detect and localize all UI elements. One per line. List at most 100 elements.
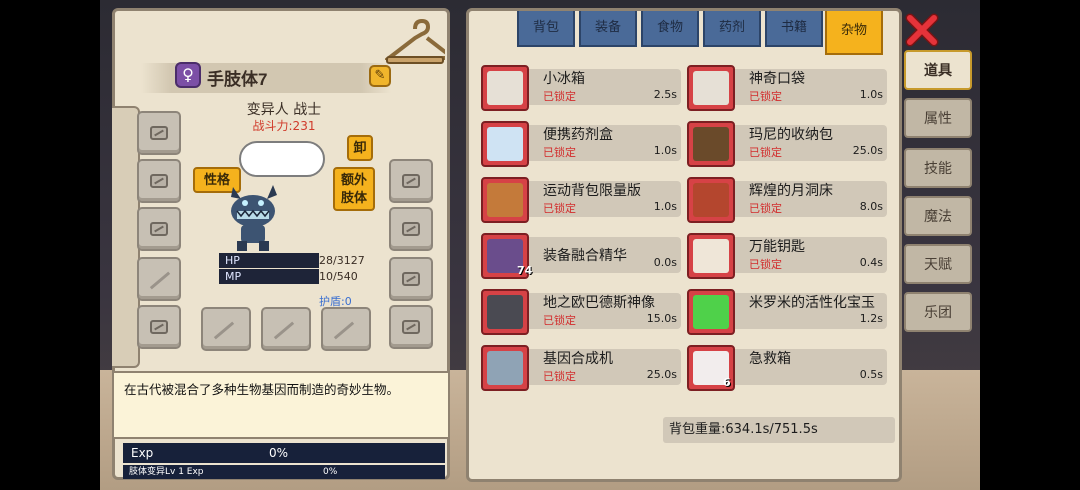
bag-weight: 背包重量:634.1s/751.5s [663,417,895,443]
item-icon-inner [693,295,729,329]
item-name: 小冰箱 [543,70,585,86]
limb-slot-locked[interactable] [389,257,433,301]
thought-cloud [239,141,325,177]
inventory-panel: 背包 装备 食物 药剂 书籍 杂物 小冰箱 已锁定 2.5s 神奇口袋 已锁定 … [466,8,902,482]
lock-icon [402,272,420,286]
item-name: 便携药剂盒 [543,126,613,142]
limb-slot-locked[interactable] [137,159,181,203]
item-weight: 15.0s [646,312,677,325]
female-icon: ♀ [175,62,201,88]
side-menu-items[interactable]: 道具 [904,50,972,90]
item-name: 急救箱 [749,350,791,366]
inventory-item[interactable]: 便携药剂盒 已锁定 1.0s [481,119,681,167]
item-quantity: 74 [517,264,533,277]
storage-bag-icon [687,121,735,167]
item-icon-inner [487,127,523,161]
item-weight: 0.0s [653,256,677,269]
item-icon-inner [487,295,523,329]
backpack-icon [481,177,529,223]
item-weight: 1.0s [859,88,883,101]
tab-equipment[interactable]: 装备 [579,11,637,47]
side-menu-skills[interactable]: 技能 [904,148,972,188]
left-side-tab[interactable] [112,106,140,368]
limb-exp-bar: 肢体变异Lv 1 Exp 0% [123,465,445,479]
item-locked-status: 已锁定 [543,370,576,383]
tab-food[interactable]: 食物 [641,11,699,47]
unequip-button[interactable]: 卸 [347,135,373,161]
inventory-item[interactable]: 地之欧巴德斯神像 已锁定 15.0s [481,287,681,335]
lock-icon [150,320,168,334]
potion-case-icon [481,121,529,167]
item-locked-status: 已锁定 [543,146,576,159]
item-locked-status: 已锁定 [749,258,782,271]
description-text: 在古代被混合了多种生物基因而制造的奇妙生物。 [124,383,400,397]
lock-icon [402,320,420,334]
gem-icon [687,289,735,335]
tab-potions[interactable]: 药剂 [703,11,761,47]
item-weight: 1.2s [859,312,883,325]
statue-icon [481,289,529,335]
limb-slot-locked[interactable] [389,305,433,349]
inventory-item[interactable]: 神奇口袋 已锁定 1.0s [687,63,887,111]
shield-value: 护盾:0 [319,295,352,308]
hp-value: 28/3127 [319,254,365,267]
weapon-slot[interactable] [201,307,251,351]
inventory-item[interactable]: 6 急救箱 0.5s [687,343,887,391]
side-menu-attributes[interactable]: 属性 [904,98,972,138]
item-icon-inner [693,71,729,105]
limb-exp-percent: 0% [323,467,338,477]
limb-slot-locked[interactable] [137,305,181,349]
side-menu-talent[interactable]: 天赋 [904,244,972,284]
inventory-item[interactable]: 基因合成机 已锁定 25.0s [481,343,681,391]
side-menu-band[interactable]: 乐团 [904,292,972,332]
fridge-icon [481,65,529,111]
weapon-slot[interactable] [261,307,311,351]
item-weight: 2.5s [653,88,677,101]
tab-misc[interactable]: 杂物 [825,11,883,55]
item-name: 基因合成机 [543,350,613,366]
item-name: 辉煌的月洞床 [749,182,833,198]
item-name: 神奇口袋 [749,70,805,86]
item-icon-inner [487,71,523,105]
item-icon-inner [693,183,729,217]
weapon-slot[interactable] [321,307,371,351]
item-weight: 8.0s [859,200,883,213]
exp-bar: Exp 0% [123,443,445,463]
item-icon-inner [693,127,729,161]
inventory-item[interactable]: 万能钥匙 已锁定 0.4s [687,231,887,279]
limb-slot-locked[interactable] [137,111,181,155]
item-name: 运动背包限量版 [543,182,641,198]
inventory-item[interactable]: 玛尼的收纳包 已锁定 25.0s [687,119,887,167]
limb-slot-locked[interactable] [389,207,433,251]
tab-backpack[interactable]: 背包 [517,11,575,47]
inventory-item[interactable]: 辉煌的月洞床 已锁定 8.0s [687,175,887,223]
rename-pencil-icon[interactable]: ✎ [369,65,391,87]
item-name: 地之欧巴德斯神像 [543,294,655,310]
item-weight: 1.0s [653,144,677,157]
extra-limb-button[interactable]: 额外 肢体 [333,167,375,211]
item-name: 装备融合精华 [543,247,627,263]
lock-icon [150,126,168,140]
limb-exp-label: 肢体变异Lv 1 Exp [129,467,204,477]
item-weight: 25.0s [646,368,677,381]
item-locked-status: 已锁定 [749,146,782,159]
wardrobe-hanger-icon[interactable] [385,19,445,69]
mp-label: MP [225,270,242,283]
item-icon-inner [487,351,523,385]
close-icon[interactable] [904,12,940,48]
inventory-item[interactable]: 运动背包限量版 已锁定 1.0s [481,175,681,223]
inventory-item[interactable]: 小冰箱 已锁定 2.5s [481,63,681,111]
mp-bar: MP [219,269,319,284]
tab-books[interactable]: 书籍 [765,11,823,47]
limb-slot-locked[interactable] [137,207,181,251]
character-name: 手肢体7 [207,70,268,89]
limb-slot-locked[interactable] [389,159,433,203]
armor-slot[interactable] [137,257,181,301]
lock-icon [402,174,420,188]
mp-value: 10/540 [319,270,358,283]
item-quantity: 6 [723,376,731,389]
inventory-item[interactable]: 米罗米的活性化宝玉 1.2s [687,287,887,335]
side-menu-magic[interactable]: 魔法 [904,196,972,236]
lock-icon [150,174,168,188]
inventory-item[interactable]: 74 装备融合精华 0.0s [481,231,681,279]
